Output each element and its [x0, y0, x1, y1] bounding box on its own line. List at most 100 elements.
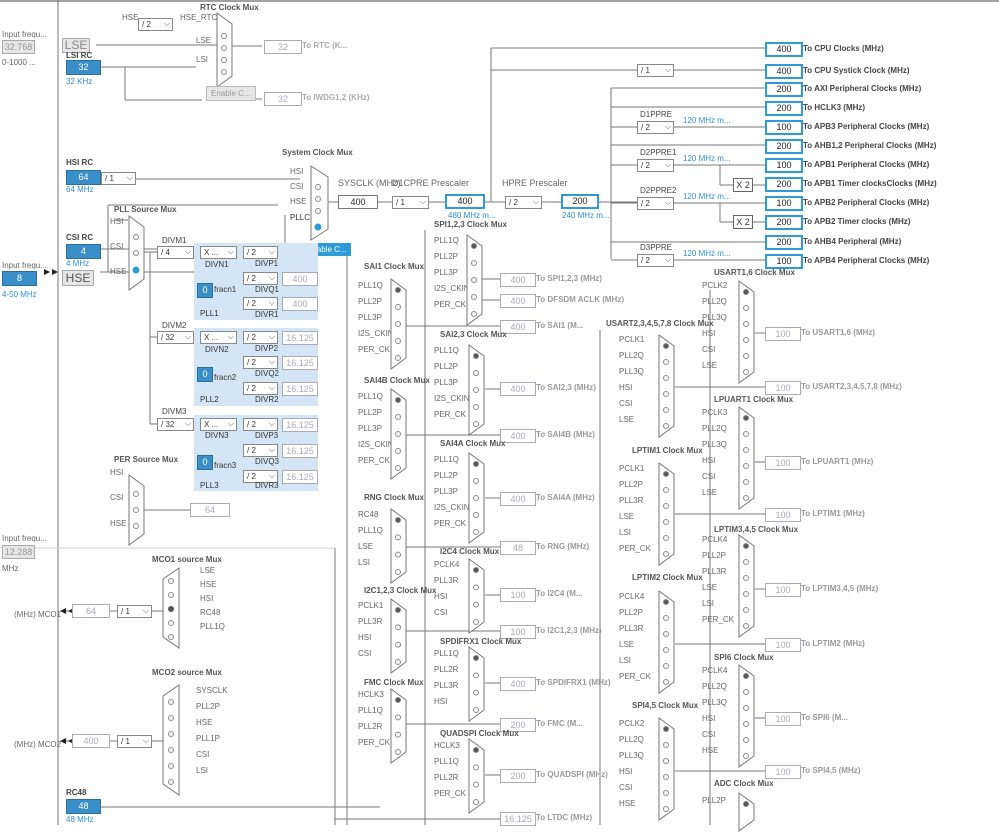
divq2-value: 16.125 — [282, 356, 318, 370]
output-value: 200 — [765, 82, 803, 97]
pll-source-mux-shape[interactable] — [128, 215, 146, 291]
lptim1-input-label: LSE — [619, 512, 635, 521]
rtc-mux-shape[interactable] — [216, 12, 234, 88]
lse-input-field[interactable]: 32.768 — [2, 40, 35, 54]
divq3-select[interactable]: / 2 — [243, 444, 278, 457]
rtc-lsi-label: LSI — [196, 55, 209, 64]
d2ppre2-select[interactable]: / 2 — [637, 197, 674, 210]
spi6-input-label: CSI — [702, 730, 716, 739]
lptim2-output-value: 100 — [765, 638, 801, 652]
hsi-rc-block[interactable]: 64 — [66, 170, 101, 185]
hse-input-field[interactable]: 8 — [2, 271, 37, 286]
mco1-divider-select[interactable]: / 1 — [117, 605, 152, 618]
d1cpre-select[interactable]: / 1 — [392, 196, 429, 209]
d3ppre-label: D3PPRE — [640, 243, 673, 252]
output-value: 100 — [765, 158, 803, 173]
divm2-select[interactable]: / 32 — [157, 331, 194, 344]
lptim2-input-label: PLL3R — [619, 624, 644, 633]
mco2-input-label: LSI — [196, 766, 209, 775]
hsi-divider-select[interactable]: / 1 — [101, 172, 136, 185]
fracn1-input[interactable]: 0 — [197, 283, 213, 298]
divp3-select[interactable]: / 2 — [243, 418, 278, 431]
lptim345-mux-shape[interactable] — [738, 534, 756, 638]
output-value: 100 — [765, 196, 803, 211]
spdif-mux-shape[interactable] — [468, 646, 486, 722]
spi45-mux-shape[interactable] — [658, 717, 676, 821]
divq2-select[interactable]: / 2 — [243, 356, 278, 369]
sai4b-mux-shape[interactable] — [390, 388, 408, 480]
divp2-value: 16.125 — [282, 331, 318, 345]
hsi-freq: 64 MHz — [66, 185, 94, 194]
mco2-label: (MHz) MCO2 — [14, 740, 62, 749]
i2c123-mux-shape[interactable] — [390, 598, 408, 674]
lptim2-mux-shape[interactable] — [658, 590, 676, 694]
sai23-mux-shape[interactable] — [468, 344, 486, 436]
lptim1-mux-shape[interactable] — [658, 462, 676, 566]
divn3-select[interactable]: X ... — [200, 418, 237, 431]
sai4a-mux-shape[interactable] — [468, 452, 486, 544]
usart16-mux-shape[interactable] — [738, 280, 756, 384]
spi123-input-label: PLL3P — [434, 268, 459, 277]
sai1-mux-shape[interactable] — [390, 278, 408, 370]
lptim2-mux-title: LPTIM2 Clock Mux — [632, 573, 703, 582]
mco2-input-label: CSI — [196, 750, 210, 759]
divm1-select[interactable]: / 4 — [157, 246, 194, 259]
fracn3-input[interactable]: 0 — [197, 455, 213, 470]
adc-mux-shape[interactable] — [738, 792, 756, 832]
d3ppre-select[interactable]: / 2 — [637, 254, 674, 267]
systick-divider-select[interactable]: / 1 — [637, 64, 674, 77]
usart2-mux-shape[interactable] — [658, 334, 676, 438]
rng-mux-shape[interactable] — [390, 508, 408, 584]
fmc-mux-shape[interactable] — [390, 688, 408, 764]
sai1-input-label: PLL3P — [358, 313, 383, 322]
lpuart1-mux-shape[interactable] — [738, 406, 756, 510]
usart2-input-label: CSI — [619, 399, 633, 408]
hse-block[interactable]: HSE — [62, 270, 94, 286]
d2ppre1-select[interactable]: / 2 — [637, 159, 674, 172]
output-value: 200 — [765, 215, 803, 230]
i2c123-output-label: To I2C1,2,3 (MHz) — [536, 626, 602, 635]
apb2-timer-multiplier: X 2 — [733, 215, 753, 229]
qspi-mux-shape[interactable] — [468, 738, 486, 814]
rc48-block[interactable]: 48 — [66, 799, 101, 814]
divn1-select[interactable]: X ... — [200, 246, 237, 259]
per-mux-shape[interactable] — [128, 474, 146, 546]
output-label: To APB1 Timer clocksClocks (MHz) — [803, 179, 937, 188]
mco2-divider-select[interactable]: / 1 — [117, 735, 152, 748]
lptim345-input-label: PLL3R — [702, 567, 727, 576]
spi123-output-value: 400 — [500, 273, 536, 287]
fmc-mux-title: FMC Clock Mux — [364, 678, 424, 687]
divq1-select[interactable]: / 2 — [243, 272, 278, 285]
rtc-enable-button[interactable]: Enable C... — [206, 86, 256, 101]
spi123-mux-shape[interactable] — [466, 234, 484, 326]
divr1-select[interactable]: / 2 — [243, 297, 278, 310]
divp2-select[interactable]: / 2 — [243, 331, 278, 344]
rtc-hse-divider-select[interactable]: / 2 — [138, 18, 173, 31]
system-mux-shape[interactable] — [310, 165, 330, 241]
i2c4-mux-shape[interactable] — [468, 558, 486, 634]
output-value: 400 — [765, 42, 803, 57]
lpuart1-input-label: LSE — [702, 488, 718, 497]
lsi-rc-block[interactable]: 32 — [66, 60, 101, 75]
hpre-select[interactable]: / 2 — [505, 196, 542, 209]
divn2-select[interactable]: X ... — [200, 331, 237, 344]
divr2-value: 16.125 — [282, 382, 318, 396]
divq3-value: 16.125 — [282, 444, 318, 458]
divr2-select[interactable]: / 2 — [243, 382, 278, 395]
usart16-input-label: HSI — [702, 329, 716, 338]
iwdg-output-label: To IWDG1,2 (KHz) — [302, 93, 370, 102]
divp1-select[interactable]: / 2 — [243, 246, 278, 259]
d1ppre-select[interactable]: / 2 — [637, 121, 674, 134]
ltdc-output-value: 16.125 — [500, 812, 536, 826]
mco2-mux-shape[interactable] — [162, 684, 180, 796]
usart2-input-label: LSE — [619, 415, 635, 424]
mco1-mux-shape[interactable] — [162, 567, 180, 649]
fracn2-input[interactable]: 0 — [197, 367, 213, 382]
i2s-input-field[interactable]: 12.288 — [2, 545, 35, 559]
i2c123-input-label: HSI — [358, 633, 372, 642]
csi-rc-block[interactable]: 4 — [66, 244, 101, 259]
divm3-select[interactable]: / 32 — [157, 418, 194, 431]
spi6-mux-shape[interactable] — [738, 664, 756, 768]
qspi-output-label: To QUADSPI (MHz) — [536, 770, 608, 779]
mco2-input-label: SYSCLK — [196, 686, 228, 695]
